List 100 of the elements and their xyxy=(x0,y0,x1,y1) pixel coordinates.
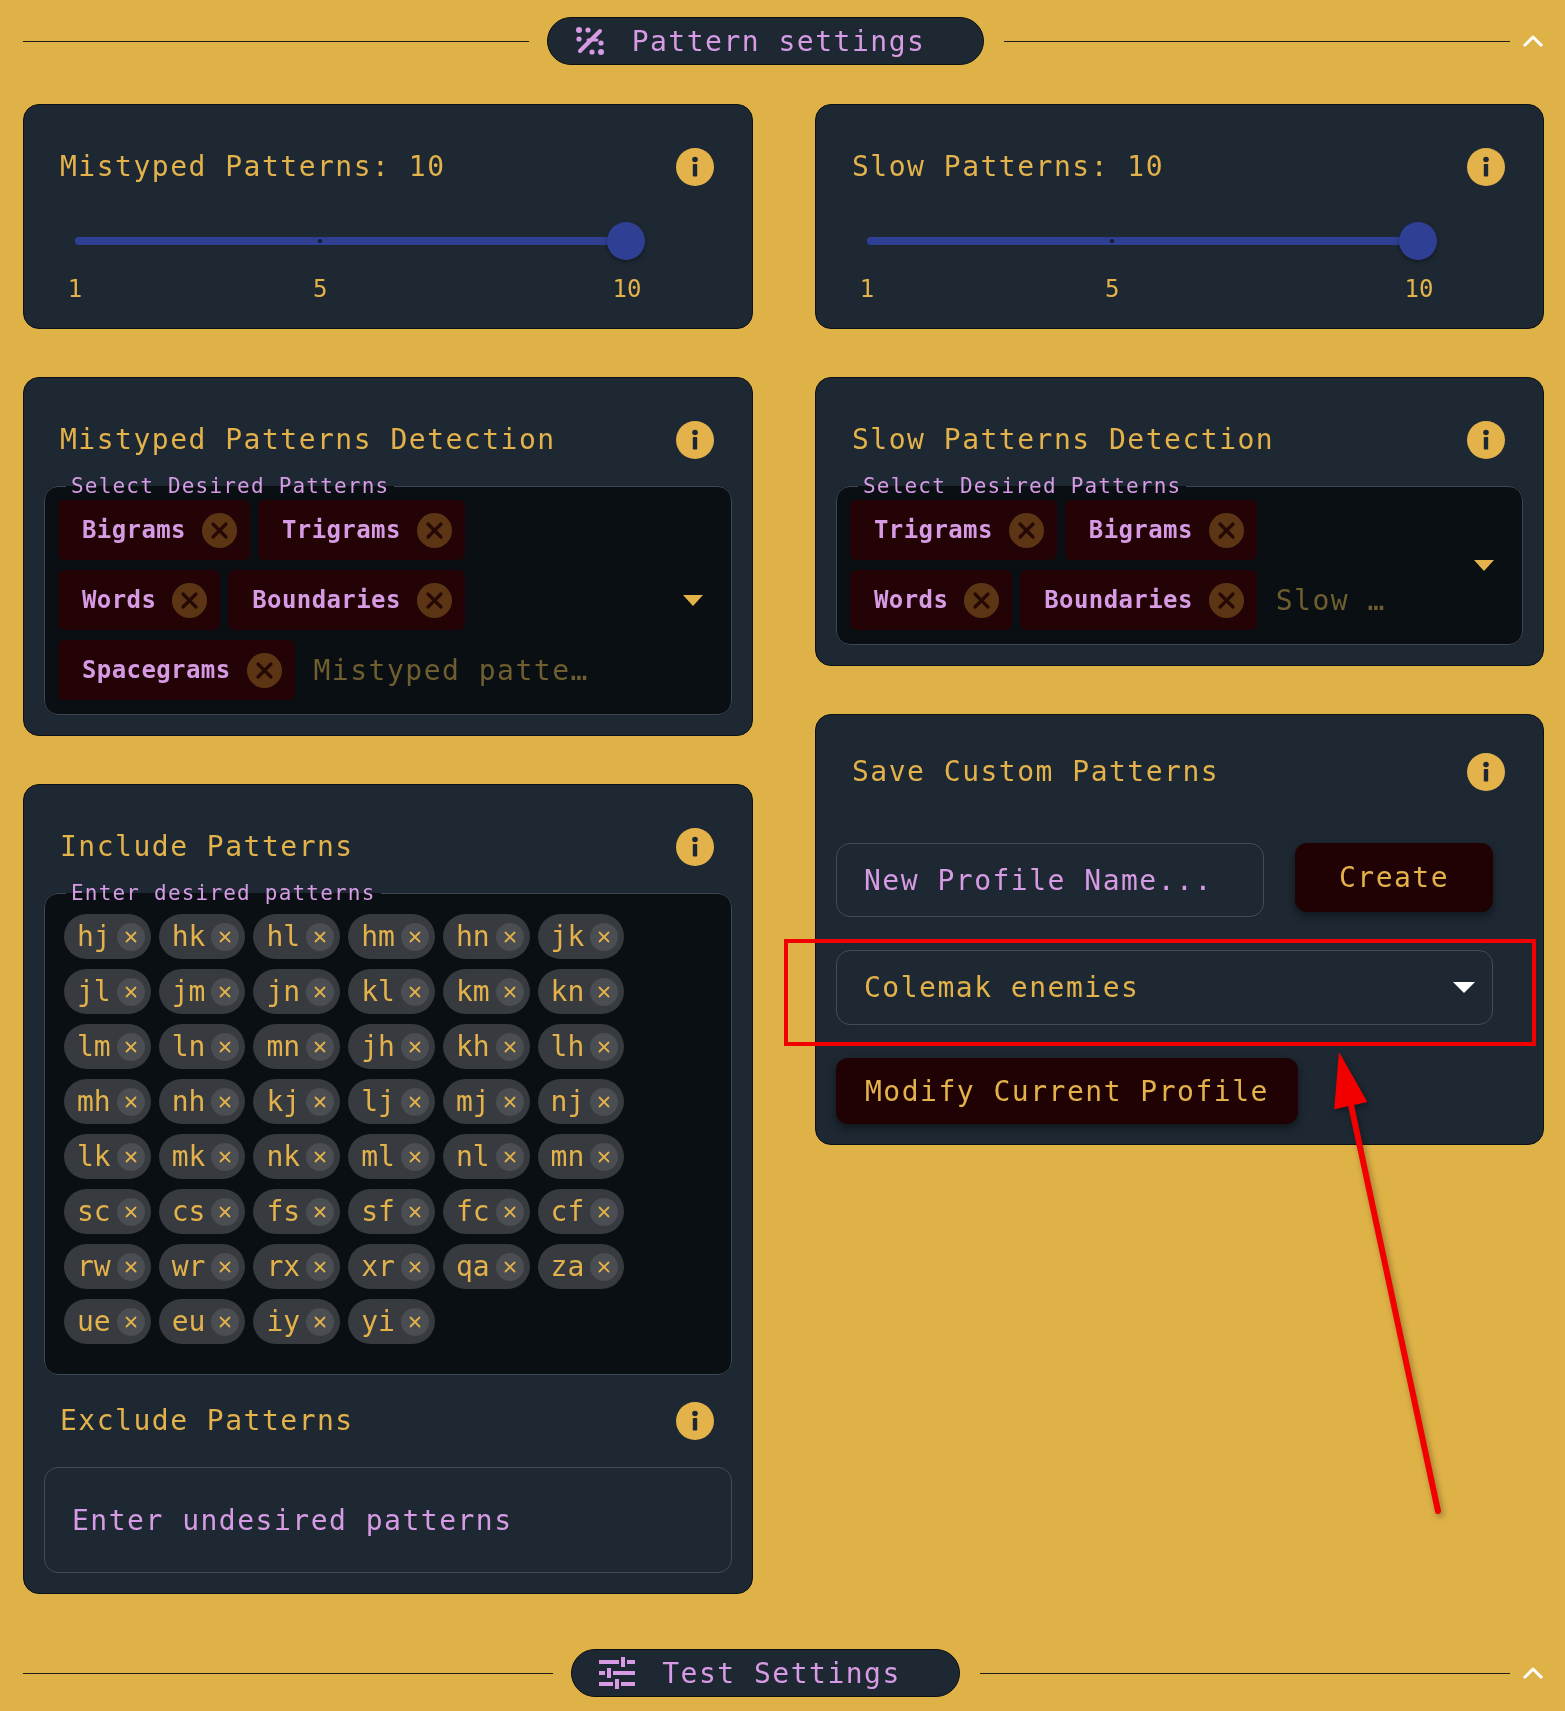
info-icon[interactable] xyxy=(676,148,714,186)
close-icon[interactable] xyxy=(590,1087,619,1116)
close-icon[interactable] xyxy=(400,1032,429,1061)
close-icon[interactable] xyxy=(306,1252,335,1281)
close-icon[interactable] xyxy=(400,922,429,951)
pattern-tag[interactable]: lj xyxy=(348,1079,435,1124)
search-input[interactable]: Slow … xyxy=(1275,570,1392,630)
pattern-tag[interactable]: km xyxy=(442,969,530,1014)
slider-thumb[interactable] xyxy=(607,222,645,260)
pattern-tag[interactable]: wr xyxy=(158,1244,246,1289)
close-icon[interactable] xyxy=(211,1087,240,1116)
info-icon[interactable] xyxy=(1467,421,1505,459)
pattern-tag[interactable]: hk xyxy=(158,914,246,959)
pattern-tag[interactable]: mk xyxy=(158,1134,246,1179)
profile-name-input[interactable]: New Profile Name... xyxy=(836,843,1264,917)
pattern-tag[interactable]: eu xyxy=(158,1299,246,1344)
pattern-tag[interactable]: cf xyxy=(537,1189,625,1234)
info-icon[interactable] xyxy=(1467,148,1505,186)
close-icon[interactable] xyxy=(400,1307,429,1336)
close-icon[interactable] xyxy=(116,1307,145,1336)
search-input[interactable]: Mistyped patte… xyxy=(313,640,595,700)
close-icon[interactable] xyxy=(495,977,524,1006)
pattern-tag[interactable]: ml xyxy=(348,1134,435,1179)
close-icon[interactable] xyxy=(495,922,524,951)
info-icon[interactable] xyxy=(676,828,714,866)
pattern-tag[interactable]: rx xyxy=(253,1244,341,1289)
pattern-tag[interactable]: nk xyxy=(253,1134,341,1179)
close-icon[interactable] xyxy=(590,1142,619,1171)
close-icon[interactable] xyxy=(495,1142,524,1171)
close-icon[interactable] xyxy=(211,922,240,951)
close-icon[interactable] xyxy=(590,1252,619,1281)
close-icon[interactable] xyxy=(495,1087,524,1116)
section-header-button[interactable]: Pattern settings xyxy=(546,17,985,65)
pattern-chip[interactable]: Spacegrams xyxy=(58,640,295,700)
pattern-tag[interactable]: hm xyxy=(348,914,435,959)
pattern-chip[interactable]: Trigrams xyxy=(850,500,1057,560)
pattern-tag[interactable]: jl xyxy=(64,969,151,1014)
pattern-select-field[interactable]: Select Desired Patterns Bigrams Trigrams Words Boundaries Spacegrams Mistyped patte… xyxy=(44,474,732,715)
close-icon[interactable] xyxy=(400,1197,429,1226)
pattern-chip[interactable]: Words xyxy=(850,570,1013,630)
pattern-tag[interactable]: cs xyxy=(158,1189,246,1234)
close-icon[interactable] xyxy=(400,1252,429,1281)
close-icon[interactable] xyxy=(211,1032,240,1061)
pattern-chip[interactable]: Bigrams xyxy=(58,500,250,560)
close-icon[interactable] xyxy=(116,1087,145,1116)
pattern-tag[interactable]: ln xyxy=(158,1024,246,1069)
close-icon[interactable] xyxy=(590,922,619,951)
close-icon[interactable] xyxy=(116,1032,145,1061)
close-icon[interactable] xyxy=(306,1142,335,1171)
pattern-tag[interactable]: lk xyxy=(64,1134,151,1179)
close-icon[interactable] xyxy=(400,1087,429,1116)
info-icon[interactable] xyxy=(676,421,714,459)
pattern-tag[interactable]: lh xyxy=(537,1024,625,1069)
pattern-tags-field[interactable]: Enter desired patterns hj hk hl hm hn jk jl jm jn kl km kn lm ln mn jh kh lh mh nh kj lj mj nj lk mk nk ml nl mn sc cs fs sf fc cf rw wr rx xr qa za ue eu iy yi xyxy=(44,881,732,1375)
pattern-tag[interactable]: fs xyxy=(253,1189,341,1234)
pattern-chip[interactable]: Boundaries xyxy=(228,570,465,630)
pattern-select-field[interactable]: Select Desired Patterns Trigrams Bigrams Words Boundaries Slow … xyxy=(836,474,1523,645)
pattern-tag[interactable]: sc xyxy=(64,1189,151,1234)
slider-thumb[interactable] xyxy=(1399,222,1437,260)
close-icon[interactable] xyxy=(306,1087,335,1116)
close-icon[interactable] xyxy=(495,1032,524,1061)
pattern-tag[interactable]: yi xyxy=(348,1299,435,1344)
close-icon[interactable] xyxy=(116,1197,145,1226)
section-header-button[interactable]: Test Settings xyxy=(571,1649,960,1697)
close-icon[interactable] xyxy=(306,1032,335,1061)
close-icon[interactable] xyxy=(116,977,145,1006)
pattern-tag[interactable]: iy xyxy=(253,1299,341,1344)
info-icon[interactable] xyxy=(1467,753,1505,791)
pattern-tag[interactable]: jk xyxy=(537,914,625,959)
profile-select[interactable]: Colemak enemies xyxy=(836,950,1493,1025)
slider-track[interactable] xyxy=(867,222,1437,260)
pattern-tag[interactable]: kn xyxy=(537,969,625,1014)
pattern-tag[interactable]: nl xyxy=(442,1134,530,1179)
pattern-tag[interactable]: kh xyxy=(442,1024,530,1069)
pattern-chip[interactable]: Bigrams xyxy=(1064,500,1257,560)
close-icon[interactable] xyxy=(590,1197,619,1226)
slider-track[interactable] xyxy=(75,222,645,260)
close-icon[interactable] xyxy=(590,977,619,1006)
close-icon[interactable] xyxy=(211,1252,240,1281)
pattern-tag[interactable]: sf xyxy=(348,1189,435,1234)
pattern-tag[interactable]: lm xyxy=(64,1024,151,1069)
pattern-tag[interactable]: hj xyxy=(64,914,151,959)
pattern-tag[interactable]: nj xyxy=(537,1079,625,1124)
pattern-tag[interactable]: mn xyxy=(537,1134,625,1179)
close-icon[interactable] xyxy=(211,977,240,1006)
pattern-tag[interactable]: mn xyxy=(253,1024,341,1069)
pattern-tag[interactable]: hn xyxy=(442,914,530,959)
close-icon[interactable] xyxy=(306,977,335,1006)
pattern-tag[interactable]: jn xyxy=(253,969,341,1014)
pattern-tag[interactable]: rw xyxy=(64,1244,151,1289)
pattern-tag[interactable]: mh xyxy=(64,1079,151,1124)
pattern-tag[interactable]: hl xyxy=(253,914,341,959)
pattern-tag[interactable]: mj xyxy=(442,1079,530,1124)
close-icon[interactable] xyxy=(116,1142,145,1171)
caret-icon[interactable] xyxy=(1474,559,1494,571)
pattern-tag[interactable]: jm xyxy=(158,969,246,1014)
exclude-patterns-input[interactable]: Enter undesired patterns xyxy=(44,1467,732,1573)
pattern-tag[interactable]: za xyxy=(537,1244,625,1289)
caret-icon[interactable] xyxy=(1453,982,1475,993)
close-icon[interactable] xyxy=(306,1197,335,1226)
